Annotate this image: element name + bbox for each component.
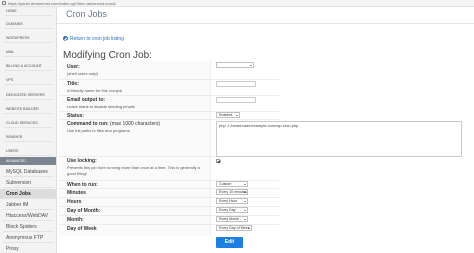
page-title: Modifying Cron Job:	[63, 50, 152, 61]
address-url[interactable]: https://panel.dreamhost.com/index.cgi?tr…	[8, 0, 116, 7]
sidebar-item-mysql[interactable]: MySQL Databases	[0, 167, 56, 177]
row-divider	[59, 119, 279, 120]
when-select[interactable]: Custom	[216, 181, 248, 187]
day-of-week-select[interactable]: Every Day of Week	[216, 225, 252, 231]
sidebar-item-mail[interactable]: MAIL	[0, 48, 56, 57]
command-label: Command to run: (max 1000 characters)	[67, 121, 160, 127]
locking-hint-line-1: Prevents this job from running more than…	[67, 165, 200, 170]
breadcrumb: Cron Jobs	[66, 9, 108, 19]
email-hint: Leave blank to disable sending emails	[67, 104, 135, 109]
email-label: Email output to:	[67, 97, 106, 103]
locking-hint-line-2: good thing!	[67, 171, 87, 176]
lock-icon	[2, 1, 6, 5]
day-of-month-select[interactable]: Every Day	[216, 207, 248, 213]
sidebar-item-subversion[interactable]: Subversion	[0, 178, 56, 188]
return-link-label[interactable]: Return to cron job listing	[70, 36, 124, 42]
edit-button[interactable]: Edit	[216, 237, 243, 248]
user-label: User:	[67, 64, 80, 70]
command-textarea[interactable]: php -f /home/user/example.com/wp-cron.ph…	[216, 121, 462, 157]
email-input[interactable]	[216, 97, 256, 103]
back-arrow-icon	[63, 36, 68, 42]
sidebar-item-cron-jobs[interactable]: Cron Jobs	[0, 189, 56, 199]
sidebar-item-proxy[interactable]: Proxy	[0, 244, 56, 253]
sidebar-item-home[interactable]: HOME	[0, 7, 56, 16]
command-label-text: Command to run:	[67, 121, 109, 127]
when-label: When to run:	[67, 182, 98, 188]
minutes-label: Minutes	[67, 190, 86, 196]
month-select[interactable]: Every Month	[216, 216, 248, 222]
return-link[interactable]: Return to cron job listing	[63, 36, 124, 42]
row-divider	[59, 79, 279, 80]
sidebar-item-users[interactable]: USERS	[0, 147, 56, 156]
sidebar-item-jabber[interactable]: Jabber IM	[0, 200, 56, 210]
locking-label: Use locking:	[67, 158, 97, 164]
sidebar-item-htaccess[interactable]: Htaccess/WebDAV	[0, 211, 56, 221]
user-hint: (shell users only!)	[67, 71, 99, 76]
sidebar-item-wordpress[interactable]: WORDPRESS	[0, 34, 56, 43]
hours-label: Hours	[67, 199, 82, 205]
minutes-select[interactable]: Every 10 minutes	[216, 189, 248, 195]
hours-select[interactable]: Every Hour	[216, 198, 248, 204]
command-label-suffix: (max 1000 characters)	[108, 121, 161, 127]
browser-address-bar: https://panel.dreamhost.com/index.cgi?tr…	[0, 0, 474, 7]
day-of-month-label: Day of Month:	[67, 208, 101, 214]
sidebar-item-vps[interactable]: VPS	[0, 76, 56, 85]
title-hint: A friendly name for this cronjob	[67, 88, 122, 93]
sidebar-item-block-spiders[interactable]: Block Spiders	[0, 222, 56, 232]
sidebar-item-website-builder[interactable]: WEBSITE BUILDER	[0, 105, 56, 114]
locking-checkbox[interactable]	[216, 159, 220, 163]
sidebar-item-billing[interactable]: BILLING & ACCOUNT	[0, 62, 56, 71]
status-label: Status:	[67, 113, 84, 119]
title-input[interactable]	[216, 81, 256, 87]
row-divider	[59, 95, 279, 96]
user-select[interactable]	[216, 62, 254, 68]
title-label: Title:	[67, 81, 79, 87]
month-label: Month:	[67, 217, 84, 223]
command-hint: Use full paths to files and programs	[67, 128, 130, 133]
sidebar-item-remixer[interactable]: REMIXER	[0, 133, 56, 142]
page-header: Cron Jobs	[57, 7, 474, 24]
sidebar-item-cloud-services[interactable]: CLOUD SERVICES	[0, 119, 56, 128]
status-select[interactable]: Enabled	[216, 112, 240, 118]
sidebar-item-anonymous-ftp[interactable]: Anonymous FTP	[0, 233, 56, 243]
day-of-week-label: Day of Week	[67, 226, 97, 232]
sidebar-section-advanced[interactable]: ADVANCED	[0, 157, 56, 165]
sidebar-item-domains[interactable]: DOMAINS	[0, 20, 56, 29]
sidebar: HOME DOMAINS WORDPRESS MAIL BILLING & AC…	[0, 7, 57, 253]
sidebar-item-dedicated-servers[interactable]: DEDICATED SERVERS	[0, 91, 56, 100]
row-divider	[59, 111, 279, 112]
